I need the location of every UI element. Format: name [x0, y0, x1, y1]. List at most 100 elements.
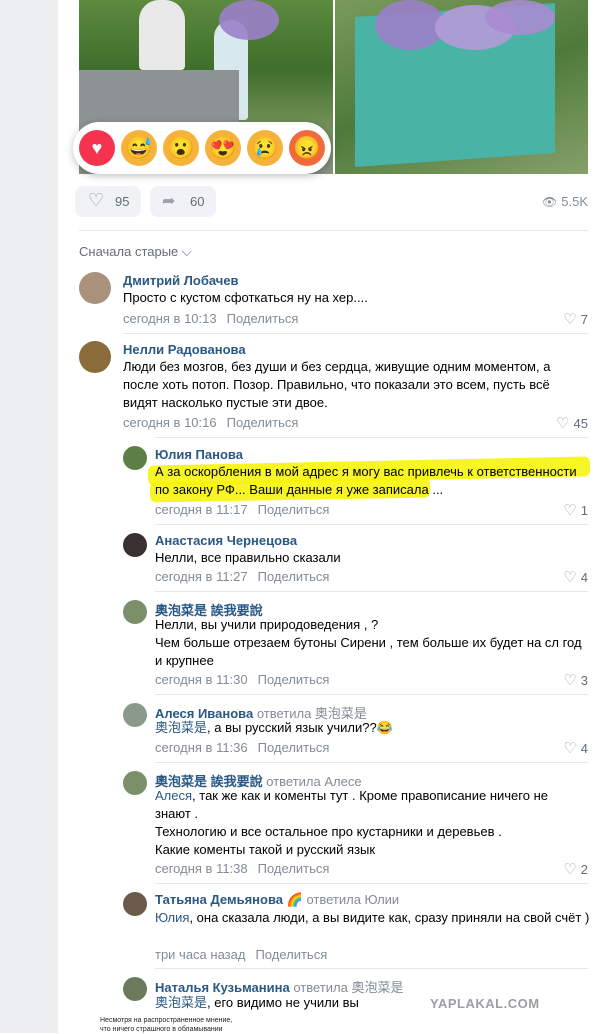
heart-icon: ♡ — [563, 311, 577, 328]
divider — [123, 333, 588, 334]
post-photo-right[interactable] — [335, 0, 588, 174]
comment-meta: сегодня в 11:38 Поделиться — [155, 861, 329, 876]
share-link[interactable]: Поделиться — [227, 415, 299, 430]
share-link[interactable]: Поделиться — [227, 311, 299, 326]
comment-time[interactable]: сегодня в 11:30 — [155, 672, 248, 687]
reply-to-note[interactable]: ответила 奧泡菜是 — [293, 980, 403, 995]
reactions-popup: ♥ 😅 😮 😍 😢 😠 — [73, 122, 331, 174]
comment-text: А за оскорбления в мой адрес я могу вас … — [155, 464, 577, 497]
comment-like-button[interactable]: ♡ 2 — [563, 860, 588, 878]
share-link[interactable]: Поделиться — [255, 947, 327, 962]
comment-author[interactable]: Юлия Панова — [155, 447, 243, 462]
author-name[interactable]: Татьяна Демьянова 🌈 — [155, 892, 303, 907]
post-card: ♥ 😅 😮 😍 😢 😠 ♡ 95 ➦ 60 👁 5.5K Сначала стар… — [58, 0, 594, 1033]
comment-time[interactable]: три часа назад — [155, 947, 245, 962]
comment-text-line: Технологию и все остальное про кустарник… — [155, 824, 502, 839]
comment-like-button[interactable]: ♡ 45 — [556, 414, 588, 432]
sort-dropdown[interactable]: Сначала старые ⌵ — [79, 244, 192, 260]
sad-reaction-icon[interactable]: 😢 — [247, 130, 283, 166]
comment-text-line: Чем больше отрезаем бутоны Сирени , тем … — [155, 635, 582, 668]
eye-icon: 👁 — [542, 195, 558, 209]
avatar[interactable] — [123, 892, 147, 916]
mention-link[interactable]: 奧泡菜是 — [155, 720, 207, 735]
like-count: 7 — [580, 312, 588, 327]
caption-line: Несмотря на распространенное мнение, — [100, 1017, 233, 1024]
share-link[interactable]: Поделиться — [258, 502, 330, 517]
share-link[interactable]: Поделиться — [258, 861, 330, 876]
avatar[interactable] — [123, 977, 147, 1001]
divider — [155, 762, 588, 763]
comment-author[interactable]: Нелли Радованова — [123, 342, 246, 357]
share-link[interactable]: Поделиться — [258, 569, 330, 584]
divider — [155, 883, 588, 884]
comment-author[interactable]: Анастасия Чернецова — [155, 533, 297, 548]
comment-time[interactable]: сегодня в 11:38 — [155, 861, 248, 876]
avatar[interactable] — [123, 703, 147, 727]
comment-body: , так же как и коменты тут . Кроме право… — [155, 788, 548, 821]
share-link[interactable]: Поделиться — [258, 740, 330, 755]
laugh-reaction-icon[interactable]: 😅 — [121, 130, 157, 166]
overlay-caption: Несмотря на распространенное мнение, что… — [100, 1016, 232, 1034]
comment-text-line: Какие коменты такой и русский язык — [155, 842, 376, 857]
watermark: YAPLAKAL.COM — [430, 996, 540, 1011]
divider — [155, 591, 588, 592]
comment-body: , его видимо не учили вы — [207, 995, 359, 1010]
heart-reaction-icon[interactable]: ♥ — [79, 130, 115, 166]
comment-like-button[interactable]: ♡ 4 — [563, 568, 588, 586]
like-button[interactable]: ♡ 95 — [75, 186, 141, 217]
divider — [155, 968, 588, 969]
mention-link[interactable]: 奧泡菜是 — [155, 995, 207, 1010]
comment-text: Алеся, так же как и коменты тут . Кроме … — [155, 787, 570, 823]
heart-icon: ♡ — [563, 861, 577, 878]
avatar[interactable] — [123, 446, 147, 470]
comment-text: Юлия, она сказала люди, а вы видите как,… — [155, 909, 591, 927]
mention-link[interactable]: Алеся — [155, 788, 192, 803]
comment-meta: сегодня в 11:27 Поделиться — [155, 569, 329, 584]
like-count: 4 — [580, 570, 588, 585]
love-reaction-icon[interactable]: 😍 — [205, 130, 241, 166]
comment-text: Люди без мозгов, без души и без сердца, … — [123, 359, 551, 410]
comment-like-button[interactable]: ♡ 7 — [563, 310, 588, 328]
comment-time[interactable]: сегодня в 10:16 — [123, 415, 217, 430]
share-arrow-icon: ➦ — [162, 193, 176, 210]
comment-meta: сегодня в 11:17 Поделиться — [155, 502, 329, 517]
divider — [155, 524, 588, 525]
comment-text: Просто с кустом сфоткаться ну на хер.... — [123, 290, 368, 305]
angry-reaction-icon[interactable]: 😠 — [289, 130, 325, 166]
comment-text: 奧泡菜是, а вы русский язык учили??😂 — [155, 719, 591, 737]
like-count: 3 — [580, 673, 588, 688]
share-button[interactable]: ➦ 60 — [150, 186, 216, 217]
divider — [155, 437, 588, 438]
avatar[interactable] — [123, 600, 147, 624]
like-count: 45 — [573, 416, 588, 431]
share-link[interactable]: Поделиться — [258, 672, 330, 687]
comment-time[interactable]: сегодня в 10:13 — [123, 311, 217, 326]
comment-time[interactable]: сегодня в 11:17 — [155, 502, 248, 517]
avatar[interactable] — [123, 533, 147, 557]
heart-icon: ♡ — [556, 415, 570, 432]
comment-meta: сегодня в 10:16 Поделиться — [123, 415, 298, 430]
author-name[interactable]: Наталья Кузьманина — [155, 980, 290, 995]
avatar[interactable] — [79, 341, 111, 373]
comment-time[interactable]: сегодня в 11:27 — [155, 569, 248, 584]
share-count: 60 — [190, 194, 205, 209]
wow-reaction-icon[interactable]: 😮 — [163, 130, 199, 166]
divider — [79, 230, 588, 231]
views-count: 5.5K — [561, 194, 588, 209]
mention-link[interactable]: Юлия — [155, 910, 189, 925]
comment-body: , а вы русский язык учили??😂 — [207, 720, 393, 735]
like-count: 2 — [580, 862, 588, 877]
comment-time[interactable]: сегодня в 11:36 — [155, 740, 248, 755]
comment-author[interactable]: Дмитрий Лобачев — [123, 273, 239, 288]
lilac-bunch — [485, 0, 555, 35]
person-figure — [139, 0, 185, 70]
avatar[interactable] — [79, 272, 111, 304]
comment-like-button[interactable]: ♡ 1 — [563, 501, 588, 519]
comment-like-button[interactable]: ♡ 4 — [563, 739, 588, 757]
like-count: 1 — [580, 503, 588, 518]
heart-icon: ♡ — [563, 502, 577, 519]
comment-like-button[interactable]: ♡ 3 — [563, 671, 588, 689]
avatar[interactable] — [123, 771, 147, 795]
reply-to-note[interactable]: ответила Юлии — [306, 892, 399, 907]
like-count: 95 — [115, 194, 130, 209]
